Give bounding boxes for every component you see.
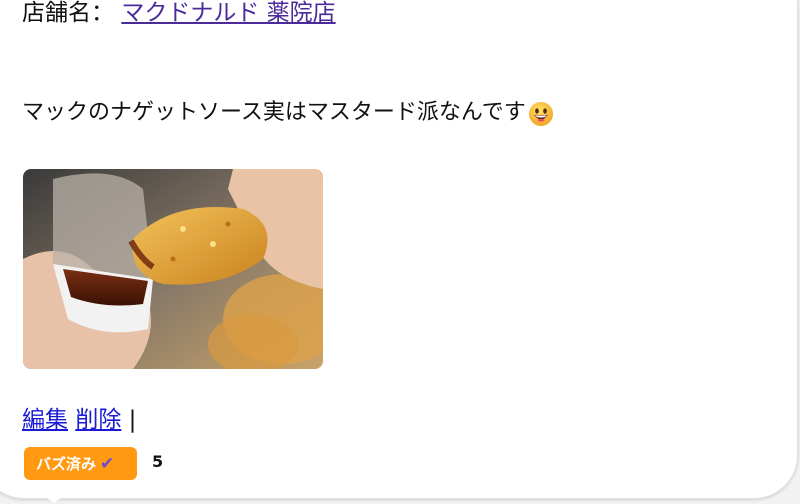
- post-actions: 編集 削除 |: [22, 404, 136, 436]
- post-photo[interactable]: [23, 169, 323, 369]
- delete-link[interactable]: 削除: [75, 407, 121, 433]
- speech-bubble-tail: [42, 494, 66, 503]
- buzz-count: 5: [152, 452, 164, 471]
- actions-separator: |: [128, 407, 137, 433]
- check-icon: ✔: [100, 453, 115, 474]
- store-name-link[interactable]: マクドナルド 薬院店: [121, 0, 335, 26]
- store-row: 店舗名： マクドナルド 薬院店: [22, 0, 336, 28]
- post-text: マックのナゲットソース実はマスタード派なんです: [22, 100, 526, 125]
- buzz-badge-label: バズ済み: [36, 455, 97, 473]
- post-text-row: マックのナゲットソース実はマスタード派なんです: [22, 97, 554, 129]
- store-label: 店舗名：: [22, 0, 114, 26]
- grinning-face-emoji-icon: [528, 101, 554, 127]
- edit-link[interactable]: 編集: [22, 407, 68, 433]
- buzz-badge-button[interactable]: バズ済み ✔: [24, 447, 137, 480]
